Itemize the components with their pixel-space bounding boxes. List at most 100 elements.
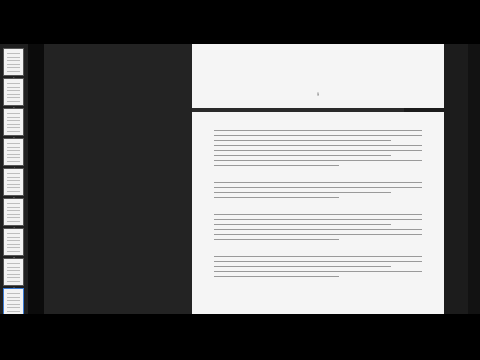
bottom-black-bar [0, 314, 480, 360]
thumbnail-text-line [7, 70, 20, 72]
thumbnail-text-line [7, 176, 20, 178]
thumbnail-text-line [7, 113, 20, 114]
document-page-previous: 9 [192, 44, 444, 108]
text-line [214, 145, 422, 146]
thumbnail-text-line [7, 127, 20, 128]
text-line [214, 234, 422, 235]
document-paragraph [214, 214, 422, 244]
thumbnail-text-line [7, 53, 20, 54]
thumbnail-text-line [7, 60, 20, 61]
thumbnail-text-line [7, 206, 20, 208]
thumbnail-text-line [7, 153, 20, 155]
page-thumbnail[interactable] [3, 108, 24, 136]
thumbnail-text-line [7, 247, 20, 248]
document-paragraph [214, 256, 422, 281]
thumbnail-sidebar[interactable]: 123456789 [0, 44, 28, 314]
document-paragraph [214, 130, 422, 170]
thumbnail-text-line [7, 266, 20, 268]
thumbnail-text-line [7, 160, 20, 162]
thumbnail-text-line [7, 100, 20, 102]
page-thumbnail[interactable] [3, 168, 24, 196]
document-paragraph [214, 182, 422, 202]
thumbnail-text-line [7, 83, 20, 84]
thumbnail-text-line [7, 130, 20, 132]
thumbnail-text-line [7, 270, 20, 271]
thumbnail-text-line [7, 187, 20, 188]
thumbnail-text-line [7, 150, 20, 151]
thumbnail-text-line [7, 213, 20, 215]
thumbnail-text-line [7, 157, 20, 158]
page-thumbnail[interactable] [3, 288, 24, 314]
text-line [214, 276, 339, 277]
thumbnail-text-line [7, 233, 20, 234]
text-line [214, 197, 339, 198]
text-line [214, 140, 391, 141]
document-viewer[interactable]: 9 [44, 44, 480, 314]
thumbnail-text-line [7, 143, 20, 144]
viewer-scrollbar[interactable] [468, 44, 480, 314]
thumbnail-text-line [7, 250, 20, 252]
page-thumbnail[interactable] [3, 48, 24, 76]
thumbnail-text-line [7, 277, 20, 278]
page-thumbnail[interactable] [3, 138, 24, 166]
thumbnail-text-line [7, 116, 20, 118]
text-line [214, 130, 422, 131]
page-thumbnail[interactable] [3, 228, 24, 256]
thumbnail-text-line [7, 93, 20, 95]
thumbnail-text-line [7, 180, 20, 181]
text-line [214, 271, 422, 272]
text-line [214, 256, 422, 257]
text-line [214, 135, 422, 136]
thumbnail-text-line [7, 307, 20, 308]
text-line [214, 155, 391, 156]
thumbnail-text-line [7, 123, 20, 125]
thumbnail-text-line [7, 293, 20, 294]
text-line [214, 261, 422, 262]
thumbnail-text-line [7, 190, 20, 192]
sidebar-scrollbar[interactable] [28, 44, 44, 314]
thumbnail-text-line [7, 303, 20, 305]
thumbnail-text-line [7, 56, 20, 58]
thumbnail-text-line [7, 240, 20, 241]
thumbnail-text-line [7, 67, 20, 68]
page-thumbnail[interactable] [3, 78, 24, 106]
text-line [214, 165, 339, 166]
text-line [214, 214, 422, 215]
thumbnail-text-line [7, 90, 20, 91]
text-line [214, 224, 391, 225]
document-page-current [192, 112, 444, 314]
thumbnail-text-line [7, 280, 20, 282]
thumbnail-text-line [7, 273, 20, 275]
text-line [214, 219, 422, 220]
thumbnail-text-line [7, 300, 20, 301]
thumbnail-text-line [7, 220, 20, 222]
thumbnail-text-line [7, 146, 20, 148]
text-line [214, 187, 422, 188]
text-line [214, 150, 422, 151]
page-number: 9 [316, 92, 320, 97]
thumbnail-text-line [7, 296, 20, 298]
viewer-left-area [44, 44, 192, 314]
text-line [214, 192, 391, 193]
thumbnail-text-line [7, 210, 20, 211]
thumbnail-text-line [7, 236, 20, 238]
text-line [214, 239, 339, 240]
thumbnail-text-line [7, 310, 20, 312]
page-thumbnail[interactable] [3, 198, 24, 226]
thumbnail-text-line [7, 63, 20, 65]
thumbnail-text-line [7, 86, 20, 88]
text-line [214, 266, 391, 267]
thumbnail-text-line [7, 217, 20, 218]
thumbnail-text-line [7, 243, 20, 245]
page-thumbnail[interactable] [3, 258, 24, 286]
thumbnail-text-line [7, 120, 20, 121]
thumbnail-text-line [7, 263, 20, 264]
thumbnail-text-line [7, 183, 20, 185]
thumbnail-text-line [7, 203, 20, 204]
top-black-bar [0, 0, 480, 44]
thumbnail-text-line [7, 97, 20, 98]
thumbnail-text-line [7, 173, 20, 174]
text-line [214, 160, 422, 161]
text-line [214, 182, 422, 183]
text-line [214, 229, 422, 230]
